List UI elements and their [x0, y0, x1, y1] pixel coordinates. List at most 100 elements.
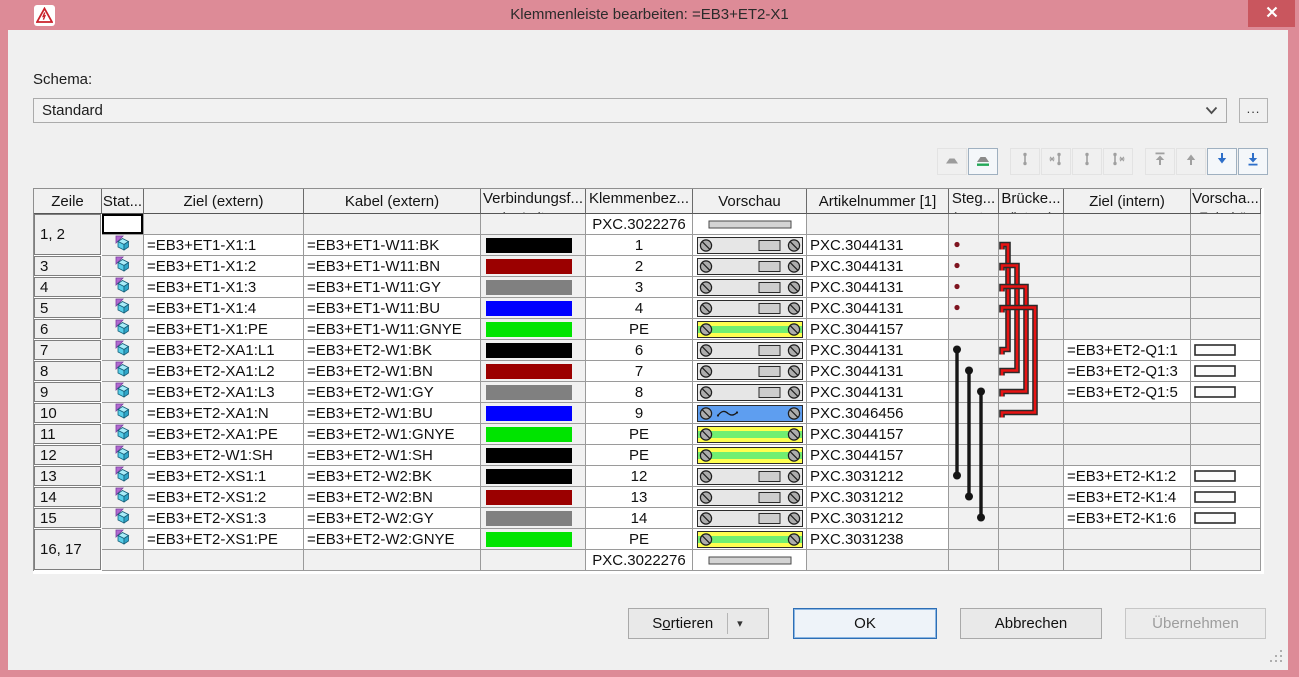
- cell-verbindungsfarbe[interactable]: [481, 382, 586, 403]
- cell-verbindungsfarbe[interactable]: [481, 256, 586, 277]
- cell-kabel-extern[interactable]: =EB3+ET2-W2:BN: [304, 487, 481, 508]
- cell-vorschau[interactable]: [693, 298, 807, 319]
- pin-asterisk-right-button[interactable]: [1103, 148, 1133, 175]
- title-bar[interactable]: Klemmenleiste bearbeiten: =EB3+ET2-X1: [0, 0, 1299, 30]
- col-header-stat[interactable]: Stat...: [102, 189, 144, 214]
- schema-browse-button[interactable]: ...: [1239, 98, 1268, 123]
- cell-ziel-intern[interactable]: =EB3+ET2-K1:4: [1064, 487, 1191, 508]
- cell-artikelnummer[interactable]: PXC.3044131: [807, 382, 949, 403]
- cell-klemmenbezeichnung[interactable]: 14: [586, 508, 693, 529]
- bridge-button[interactable]: [937, 148, 967, 175]
- move-top-button[interactable]: [1145, 148, 1175, 175]
- cell-artikelnummer[interactable]: PXC.3044157: [807, 319, 949, 340]
- cell-vorschau-zubehoer[interactable]: [1191, 508, 1261, 529]
- cell-klemmenbezeichnung[interactable]: 13: [586, 487, 693, 508]
- cell-stegbruecke[interactable]: [949, 487, 999, 508]
- cell-ziel-extern[interactable]: =EB3+ET1-X1:3: [144, 277, 304, 298]
- row-header[interactable]: 9: [34, 382, 101, 402]
- cell-vorschau[interactable]: [693, 214, 807, 235]
- pin-asterisk-left-button[interactable]: [1041, 148, 1071, 175]
- cell-klemmenbezeichnung[interactable]: 9: [586, 403, 693, 424]
- col-header-farbe[interactable]: Verbindungsf...der Leitung: [481, 189, 586, 214]
- cell-artikelnummer[interactable]: PXC.3044131: [807, 298, 949, 319]
- cell-ziel-extern[interactable]: =EB3+ET2-XS1:3: [144, 508, 304, 529]
- schema-select[interactable]: Standard: [33, 98, 1227, 123]
- cell-vorschau[interactable]: [693, 487, 807, 508]
- cell-status[interactable]: [102, 256, 144, 277]
- cell-vorschau-zubehoer[interactable]: [1191, 445, 1261, 466]
- row-header[interactable]: 8: [34, 361, 101, 381]
- cell-verbindungsfarbe[interactable]: [481, 403, 586, 424]
- cell-vorschau[interactable]: [693, 445, 807, 466]
- bridge-green-button[interactable]: [968, 148, 998, 175]
- cell-verbindungsfarbe[interactable]: [481, 319, 586, 340]
- cell-vorschau-zubehoer[interactable]: [1191, 340, 1261, 361]
- cell-ziel-extern[interactable]: =EB3+ET2-XA1:L3: [144, 382, 304, 403]
- row-header[interactable]: 13: [34, 466, 101, 486]
- cell-status[interactable]: [102, 550, 144, 571]
- resize-grip[interactable]: [1269, 649, 1282, 662]
- cell-vorschau-zubehoer[interactable]: [1191, 382, 1261, 403]
- cell-vorschau[interactable]: [693, 550, 807, 571]
- cell-kabel-extern[interactable]: [304, 550, 481, 571]
- cell-klemmenbezeichnung[interactable]: 1: [586, 235, 693, 256]
- cell-status[interactable]: [102, 424, 144, 445]
- cell-klemmenbezeichnung[interactable]: 6: [586, 340, 693, 361]
- cell-stegbruecke[interactable]: [949, 277, 999, 298]
- cell-kabel-extern[interactable]: =EB3+ET2-W2:GNYE: [304, 529, 481, 550]
- cell-kabel-extern[interactable]: =EB3+ET2-W1:GNYE: [304, 424, 481, 445]
- cell-artikelnummer[interactable]: PXC.3044157: [807, 424, 949, 445]
- cell-ziel-extern[interactable]: =EB3+ET1-X1:2: [144, 256, 304, 277]
- cell-stegbruecke[interactable]: [949, 424, 999, 445]
- cell-artikelnummer[interactable]: [807, 550, 949, 571]
- cell-bruecke[interactable]: [999, 508, 1064, 529]
- cell-vorschau[interactable]: [693, 277, 807, 298]
- cell-verbindungsfarbe[interactable]: [481, 487, 586, 508]
- cell-bruecke[interactable]: [999, 550, 1064, 571]
- cell-status[interactable]: [102, 235, 144, 256]
- col-header-ziel_ext[interactable]: Ziel (extern): [144, 189, 304, 214]
- cell-klemmenbezeichnung[interactable]: PE: [586, 445, 693, 466]
- cell-kabel-extern[interactable]: =EB3+ET2-W2:BK: [304, 466, 481, 487]
- cell-kabel-extern[interactable]: =EB3+ET1-W11:GY: [304, 277, 481, 298]
- cell-ziel-extern[interactable]: =EB3+ET2-XA1:L1: [144, 340, 304, 361]
- cell-ziel-intern[interactable]: [1064, 256, 1191, 277]
- col-header-vorscha[interactable]: Vorscha...Zubehör: [1191, 189, 1261, 214]
- cell-ziel-extern[interactable]: =EB3+ET1-X1:4: [144, 298, 304, 319]
- cell-ziel-intern[interactable]: [1064, 214, 1191, 235]
- cell-klemmenbezeichnung[interactable]: 3: [586, 277, 693, 298]
- cell-vorschau-zubehoer[interactable]: [1191, 550, 1261, 571]
- cell-klemmenbezeichnung[interactable]: 8: [586, 382, 693, 403]
- cell-vorschau[interactable]: [693, 256, 807, 277]
- cell-vorschau-zubehoer[interactable]: [1191, 424, 1261, 445]
- cell-ziel-extern[interactable]: [144, 214, 304, 235]
- cell-vorschau[interactable]: [693, 508, 807, 529]
- cell-artikelnummer[interactable]: PXC.3044131: [807, 235, 949, 256]
- cell-stegbruecke[interactable]: [949, 550, 999, 571]
- cell-vorschau-zubehoer[interactable]: [1191, 235, 1261, 256]
- cell-status[interactable]: [102, 466, 144, 487]
- cell-vorschau-zubehoer[interactable]: [1191, 319, 1261, 340]
- cell-ziel-extern[interactable]: =EB3+ET2-XA1:PE: [144, 424, 304, 445]
- cell-artikelnummer[interactable]: PXC.3044131: [807, 256, 949, 277]
- cell-kabel-extern[interactable]: =EB3+ET1-W11:BN: [304, 256, 481, 277]
- cell-verbindungsfarbe[interactable]: [481, 508, 586, 529]
- cell-ziel-intern[interactable]: [1064, 424, 1191, 445]
- col-header-klemme[interactable]: Klemmenbez...nung: [586, 189, 693, 214]
- col-header-vorschau[interactable]: Vorschau: [693, 189, 807, 214]
- cell-klemmenbezeichnung[interactable]: PXC.3022276: [586, 214, 693, 235]
- cell-bruecke[interactable]: [999, 361, 1064, 382]
- cell-ziel-extern[interactable]: =EB3+ET2-XS1:PE: [144, 529, 304, 550]
- cell-klemmenbezeichnung[interactable]: 12: [586, 466, 693, 487]
- row-header[interactable]: 1, 2: [34, 214, 101, 255]
- col-header-ziel_int[interactable]: Ziel (intern): [1064, 189, 1191, 214]
- cell-verbindungsfarbe[interactable]: [481, 361, 586, 382]
- row-header[interactable]: 12: [34, 445, 101, 465]
- cell-ziel-intern[interactable]: [1064, 550, 1191, 571]
- cell-kabel-extern[interactable]: =EB3+ET2-W1:GY: [304, 382, 481, 403]
- cell-bruecke[interactable]: [999, 319, 1064, 340]
- cell-ziel-intern[interactable]: [1064, 529, 1191, 550]
- cell-bruecke[interactable]: [999, 487, 1064, 508]
- cell-ziel-extern[interactable]: [144, 550, 304, 571]
- cell-status[interactable]: [102, 214, 144, 235]
